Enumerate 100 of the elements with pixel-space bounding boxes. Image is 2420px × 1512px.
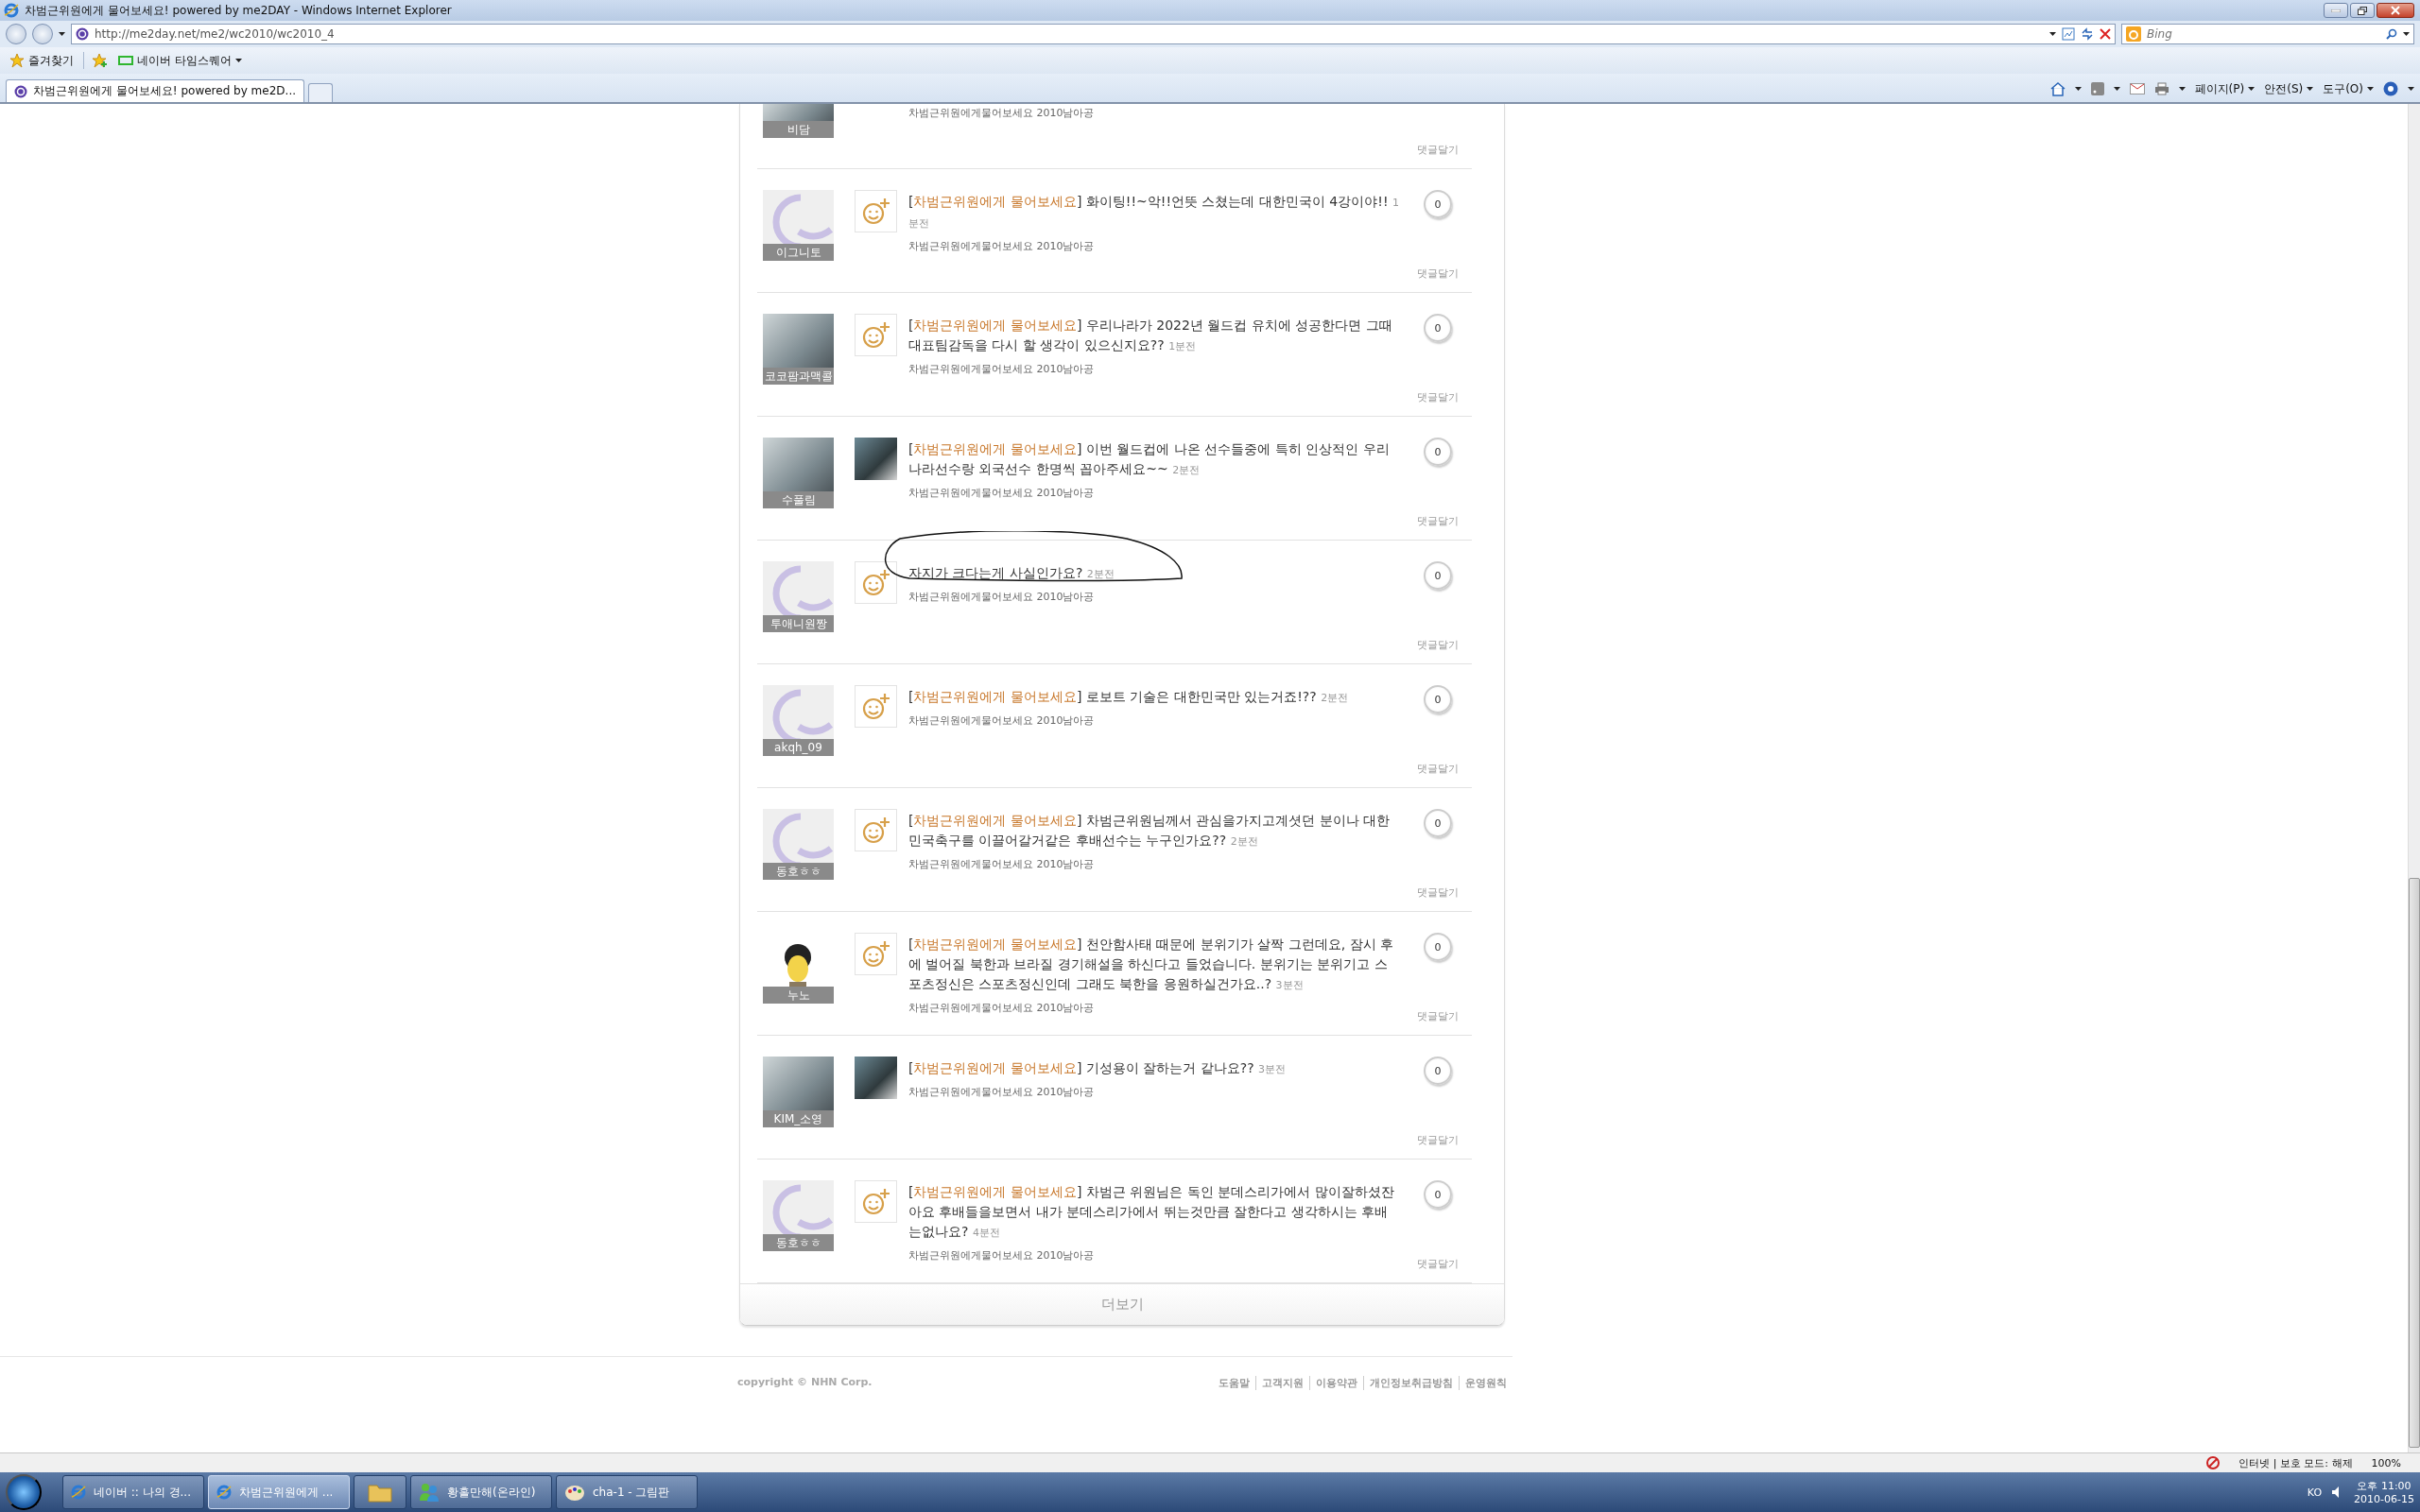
post-text: [차범근위원에게 물어보세요] 화이팅!!~악!!언뜻 스쳤는데 대한민국이 4강이야!! 1분전 <box>908 193 1400 232</box>
language-indicator[interactable]: KO <box>2307 1486 2323 1499</box>
smiley-plus-icon[interactable] <box>855 933 897 975</box>
smiley-plus-icon[interactable] <box>855 1180 897 1223</box>
reply-link[interactable]: 댓글달기 <box>1417 638 1459 652</box>
start-button[interactable] <box>6 1474 42 1510</box>
scrollbar-track[interactable] <box>2408 104 2420 1452</box>
comment-count: 0 <box>1424 685 1452 713</box>
reply-link[interactable]: 댓글달기 <box>1417 1009 1459 1023</box>
rectangle-icon <box>118 56 133 65</box>
browser-tab[interactable]: 차범근위원에게 물어보세요! powered by me2D... <box>6 79 304 102</box>
smiley-plus-icon[interactable] <box>855 685 897 728</box>
user-name[interactable]: 누노 <box>763 987 834 1004</box>
more-button[interactable]: 더보기 <box>740 1283 1504 1325</box>
mail-icon[interactable] <box>2129 83 2145 94</box>
search-box[interactable]: Bing <box>2121 24 2414 44</box>
footer-link[interactable]: 운영원칙 <box>1459 1376 1512 1390</box>
taskbar-button[interactable]: 네이버 :: 나의 경... <box>62 1475 204 1509</box>
caret-icon <box>2367 87 2374 91</box>
reply-link[interactable]: 댓글달기 <box>1417 514 1459 528</box>
bing-logo-icon <box>2126 26 2141 42</box>
caret-icon <box>234 59 242 62</box>
zoom-level[interactable]: 100% <box>2371 1456 2401 1469</box>
reply-link[interactable]: 댓글달기 <box>1417 1257 1459 1271</box>
post-meta: 차범근위원에게물어보세요 2010남아공 <box>908 106 1096 120</box>
reply-link[interactable]: 댓글달기 <box>1417 1133 1459 1147</box>
reply-link[interactable]: 댓글달기 <box>1417 885 1459 900</box>
comment-count: 0 <box>1424 190 1452 218</box>
reply-link[interactable]: 댓글달기 <box>1417 143 1459 157</box>
photo-placeholder <box>855 1057 897 1099</box>
smiley-plus-icon[interactable] <box>855 314 897 356</box>
user-name[interactable]: akqh_09 <box>763 739 834 756</box>
post-meta: 차범근위원에게물어보세요 2010남아공 <box>908 1248 1096 1263</box>
caret-icon <box>2248 87 2256 91</box>
refresh-icon[interactable] <box>2081 27 2094 41</box>
post-text: [차범근위원에게 물어보세요] 차범근 위원님은 독인 분데스리가에서 많이잘하셨잔아요 후배들을보면서 내가 분데스리가에서 뛰는것만큼 잘한다고 생각하시는 후배는없나요? 4분전 <box>908 1183 1395 1241</box>
user-name[interactable]: 수풀림 <box>763 491 834 508</box>
footer-link[interactable]: 이용약관 <box>1309 1376 1363 1390</box>
footer-link[interactable]: 고객지원 <box>1255 1376 1309 1390</box>
user-name[interactable]: 투애니원짱 <box>763 615 834 632</box>
close-icon[interactable] <box>2100 28 2111 40</box>
search-icon[interactable] <box>2386 28 2397 40</box>
minimize-icon <box>2331 9 2341 12</box>
reply-link[interactable]: 댓글달기 <box>1417 390 1459 404</box>
taskbar-button[interactable]: 차범근위원에게 ... <box>208 1475 350 1509</box>
star-icon <box>9 53 25 68</box>
user-name[interactable]: KIM_소영 <box>763 1110 834 1127</box>
command-menu[interactable]: 페이지(P) <box>2194 80 2256 97</box>
user-name[interactable]: 동호ㅎㅎ <box>763 863 834 880</box>
help-icon[interactable] <box>2383 81 2398 96</box>
favorite-link[interactable]: 네이버 타임스퀘어 <box>116 50 244 71</box>
reply-link[interactable]: 댓글달기 <box>1417 266 1459 281</box>
user-name[interactable]: 코코팜과맥콜 <box>763 368 834 385</box>
comment-count: 0 <box>1424 314 1452 342</box>
post-meta: 차범근위원에게물어보세요 2010남아공 <box>908 362 1096 376</box>
post-meta: 차범근위원에게물어보세요 2010남아공 <box>908 486 1096 500</box>
search-field[interactable]: Bing <box>2147 27 2380 41</box>
caret-icon <box>2113 87 2120 91</box>
post-text: [차범근위원에게 물어보세요] 이번 월드컵에 나온 선수들중에 특히 인상적인 우리나라선수랑 외국선수 한명씩 꼽아주세요~~ 2분전 <box>908 440 1391 478</box>
new-tab-button[interactable] <box>308 83 333 102</box>
scrollbar-thumb[interactable] <box>2409 877 2420 1448</box>
user-name[interactable]: 동호ㅎㅎ <box>763 1234 834 1251</box>
comment-count: 0 <box>1424 561 1452 590</box>
address-field[interactable]: http://me2day.net/me2/wc2010/wc2010_4 <box>71 24 2116 44</box>
url-text: http://me2day.net/me2/wc2010/wc2010_4 <box>95 27 336 41</box>
command-menu[interactable]: 안전(S) <box>2264 80 2314 97</box>
restore-button[interactable] <box>2350 3 2375 18</box>
reply-link[interactable]: 댓글달기 <box>1417 762 1459 776</box>
compatibility-icon[interactable] <box>2062 27 2075 41</box>
user-name[interactable]: 이그니토 <box>763 244 834 261</box>
caret-icon <box>2403 32 2410 36</box>
people-icon <box>419 1482 440 1503</box>
comment-count: 0 <box>1424 809 1452 837</box>
back-button[interactable] <box>6 24 26 44</box>
user-name[interactable]: 비담 <box>763 121 834 138</box>
browser-icon <box>71 1485 86 1500</box>
favorites-button[interactable]: 즐겨찾기 <box>8 50 76 71</box>
smiley-plus-icon[interactable] <box>855 561 897 604</box>
blocked-icon <box>2206 1456 2221 1469</box>
taskbar-button[interactable]: 황홀만해(온라인) <box>410 1475 552 1509</box>
clock[interactable]: 오후 11:00 2010-06-15 <box>2354 1479 2414 1505</box>
add-favorite-icon[interactable] <box>92 53 109 68</box>
close-button[interactable] <box>2377 3 2414 18</box>
browser-icon <box>4 3 19 18</box>
footer-link[interactable]: 도움말 <box>1213 1376 1255 1390</box>
smiley-plus-icon[interactable] <box>855 190 897 232</box>
printer-icon[interactable] <box>2153 82 2169 95</box>
post-text: [차범근위원에게 물어보세요] 우리나라가 2022년 월드컵 유치에 성공한다면 그때 대표팀감독을 다시 할 생각이 있으신지요?? 1분전 <box>908 317 1393 354</box>
taskbar-button[interactable] <box>354 1475 406 1509</box>
forward-button[interactable] <box>32 24 53 44</box>
command-menu[interactable]: 도구(O) <box>2323 80 2374 97</box>
post-meta: 차범근위원에게물어보세요 2010남아공 <box>908 239 1096 253</box>
browser-icon <box>216 1485 232 1500</box>
post-text: [차범근위원에게 물어보세요] 차범근위원님께서 관심을가지고계셧던 분이나 대한민국축구를 이끌어갈거같은 후배선수는 누구인가요?? 2분전 <box>908 812 1392 850</box>
taskbar-button[interactable]: cha-1 - 그림판 <box>556 1475 698 1509</box>
rss-icon[interactable] <box>2090 82 2104 95</box>
post-meta: 차범근위원에게물어보세요 2010남아공 <box>908 1001 1096 1015</box>
home-icon[interactable] <box>2049 81 2066 96</box>
footer-link[interactable]: 개인정보취급방침 <box>1363 1376 1459 1390</box>
smiley-plus-icon[interactable] <box>855 809 897 851</box>
